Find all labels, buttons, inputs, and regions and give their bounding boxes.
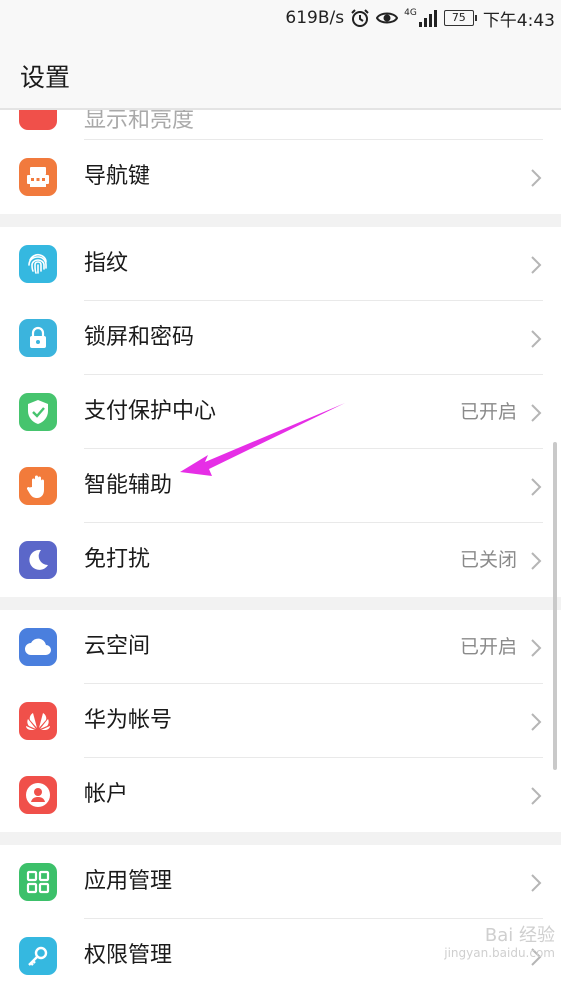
apps-grid-icon bbox=[19, 863, 57, 901]
chevron-right-icon bbox=[529, 550, 543, 576]
settings-item-label: 指纹 bbox=[84, 251, 129, 276]
settings-item-status: 已开启 bbox=[459, 636, 517, 658]
status-bar: 619B/s 4G 75 下午4:43 bbox=[0, 0, 561, 36]
settings-item-label: 智能辅助 bbox=[84, 473, 173, 498]
lock-icon bbox=[19, 319, 57, 357]
settings-item-fingerprint[interactable]: 指纹 bbox=[0, 227, 561, 301]
settings-item-payment-protection[interactable]: 支付保护中心 已开启 bbox=[0, 375, 561, 449]
settings-item-smart-assist[interactable]: 智能辅助 bbox=[0, 449, 561, 523]
section-divider bbox=[0, 832, 561, 845]
app-header: 设置 bbox=[0, 36, 561, 110]
clock: 下午4:43 bbox=[482, 10, 555, 31]
section-divider bbox=[0, 214, 561, 227]
hand-icon bbox=[19, 467, 57, 505]
eye-comfort-icon bbox=[376, 9, 399, 27]
settings-item-label: 显示和亮度 bbox=[84, 110, 195, 133]
settings-item-cloud[interactable]: 云空间 已开启 bbox=[0, 610, 561, 684]
settings-item-label: 云空间 bbox=[84, 634, 151, 659]
chevron-right-icon bbox=[529, 637, 543, 663]
scrollbar[interactable] bbox=[553, 442, 557, 770]
settings-item-status: 已关闭 bbox=[459, 549, 517, 571]
watermark: Bai 经验 jingyan.baidu.com bbox=[444, 925, 555, 961]
settings-item-label: 应用管理 bbox=[84, 869, 173, 894]
settings-item-label: 免打扰 bbox=[84, 547, 151, 572]
signal-icon: 4G bbox=[404, 9, 438, 27]
key-icon bbox=[19, 937, 57, 975]
settings-item-label: 华为帐号 bbox=[84, 708, 173, 733]
fingerprint-icon bbox=[19, 245, 57, 283]
settings-item-label: 权限管理 bbox=[84, 943, 173, 968]
status-icons: 619B/s 4G 75 下午4:43 bbox=[285, 6, 555, 31]
settings-item-status: 已开启 bbox=[459, 401, 517, 423]
chevron-right-icon bbox=[529, 402, 543, 428]
chevron-right-icon bbox=[529, 167, 543, 193]
nav-keys-icon bbox=[19, 158, 57, 196]
settings-item-do-not-disturb[interactable]: 免打扰 已关闭 bbox=[0, 523, 561, 597]
net-speed: 619B/s bbox=[285, 8, 345, 28]
settings-item-app-management[interactable]: 应用管理 bbox=[0, 845, 561, 919]
settings-item-display[interactable]: 显示和亮度 bbox=[0, 110, 561, 140]
settings-item-label: 锁屏和密码 bbox=[84, 325, 195, 350]
display-icon bbox=[19, 110, 57, 130]
settings-item-lock-screen[interactable]: 锁屏和密码 bbox=[0, 301, 561, 375]
settings-item-label: 帐户 bbox=[84, 782, 129, 807]
chevron-right-icon bbox=[529, 872, 543, 898]
settings-list: 显示和亮度 导航键 指纹 锁屏和密码 支付保护中心 已开启 智能辅助 免打扰 已关闭 云空间 已开… bbox=[0, 110, 561, 993]
settings-item-huawei-account[interactable]: 华为帐号 bbox=[0, 684, 561, 758]
shield-icon bbox=[19, 393, 57, 431]
watermark-url: jingyan.baidu.com bbox=[444, 946, 555, 960]
settings-item-nav-keys[interactable]: 导航键 bbox=[0, 140, 561, 214]
chevron-right-icon bbox=[529, 328, 543, 354]
chevron-right-icon bbox=[529, 785, 543, 811]
moon-icon bbox=[19, 541, 57, 579]
huawei-logo-icon bbox=[19, 702, 57, 740]
settings-item-label: 导航键 bbox=[84, 164, 151, 189]
settings-item-accounts[interactable]: 帐户 bbox=[0, 758, 561, 832]
page-title: 设置 bbox=[20, 63, 71, 92]
chevron-right-icon bbox=[529, 711, 543, 737]
chevron-right-icon bbox=[529, 476, 543, 502]
section-divider bbox=[0, 597, 561, 610]
cloud-icon bbox=[19, 628, 57, 666]
battery-icon: 75 bbox=[443, 10, 477, 26]
user-icon bbox=[19, 776, 57, 814]
watermark-text: Bai 经验 bbox=[484, 925, 555, 946]
settings-item-label: 支付保护中心 bbox=[84, 399, 217, 424]
alarm-icon bbox=[350, 8, 370, 28]
chevron-right-icon bbox=[529, 254, 543, 280]
